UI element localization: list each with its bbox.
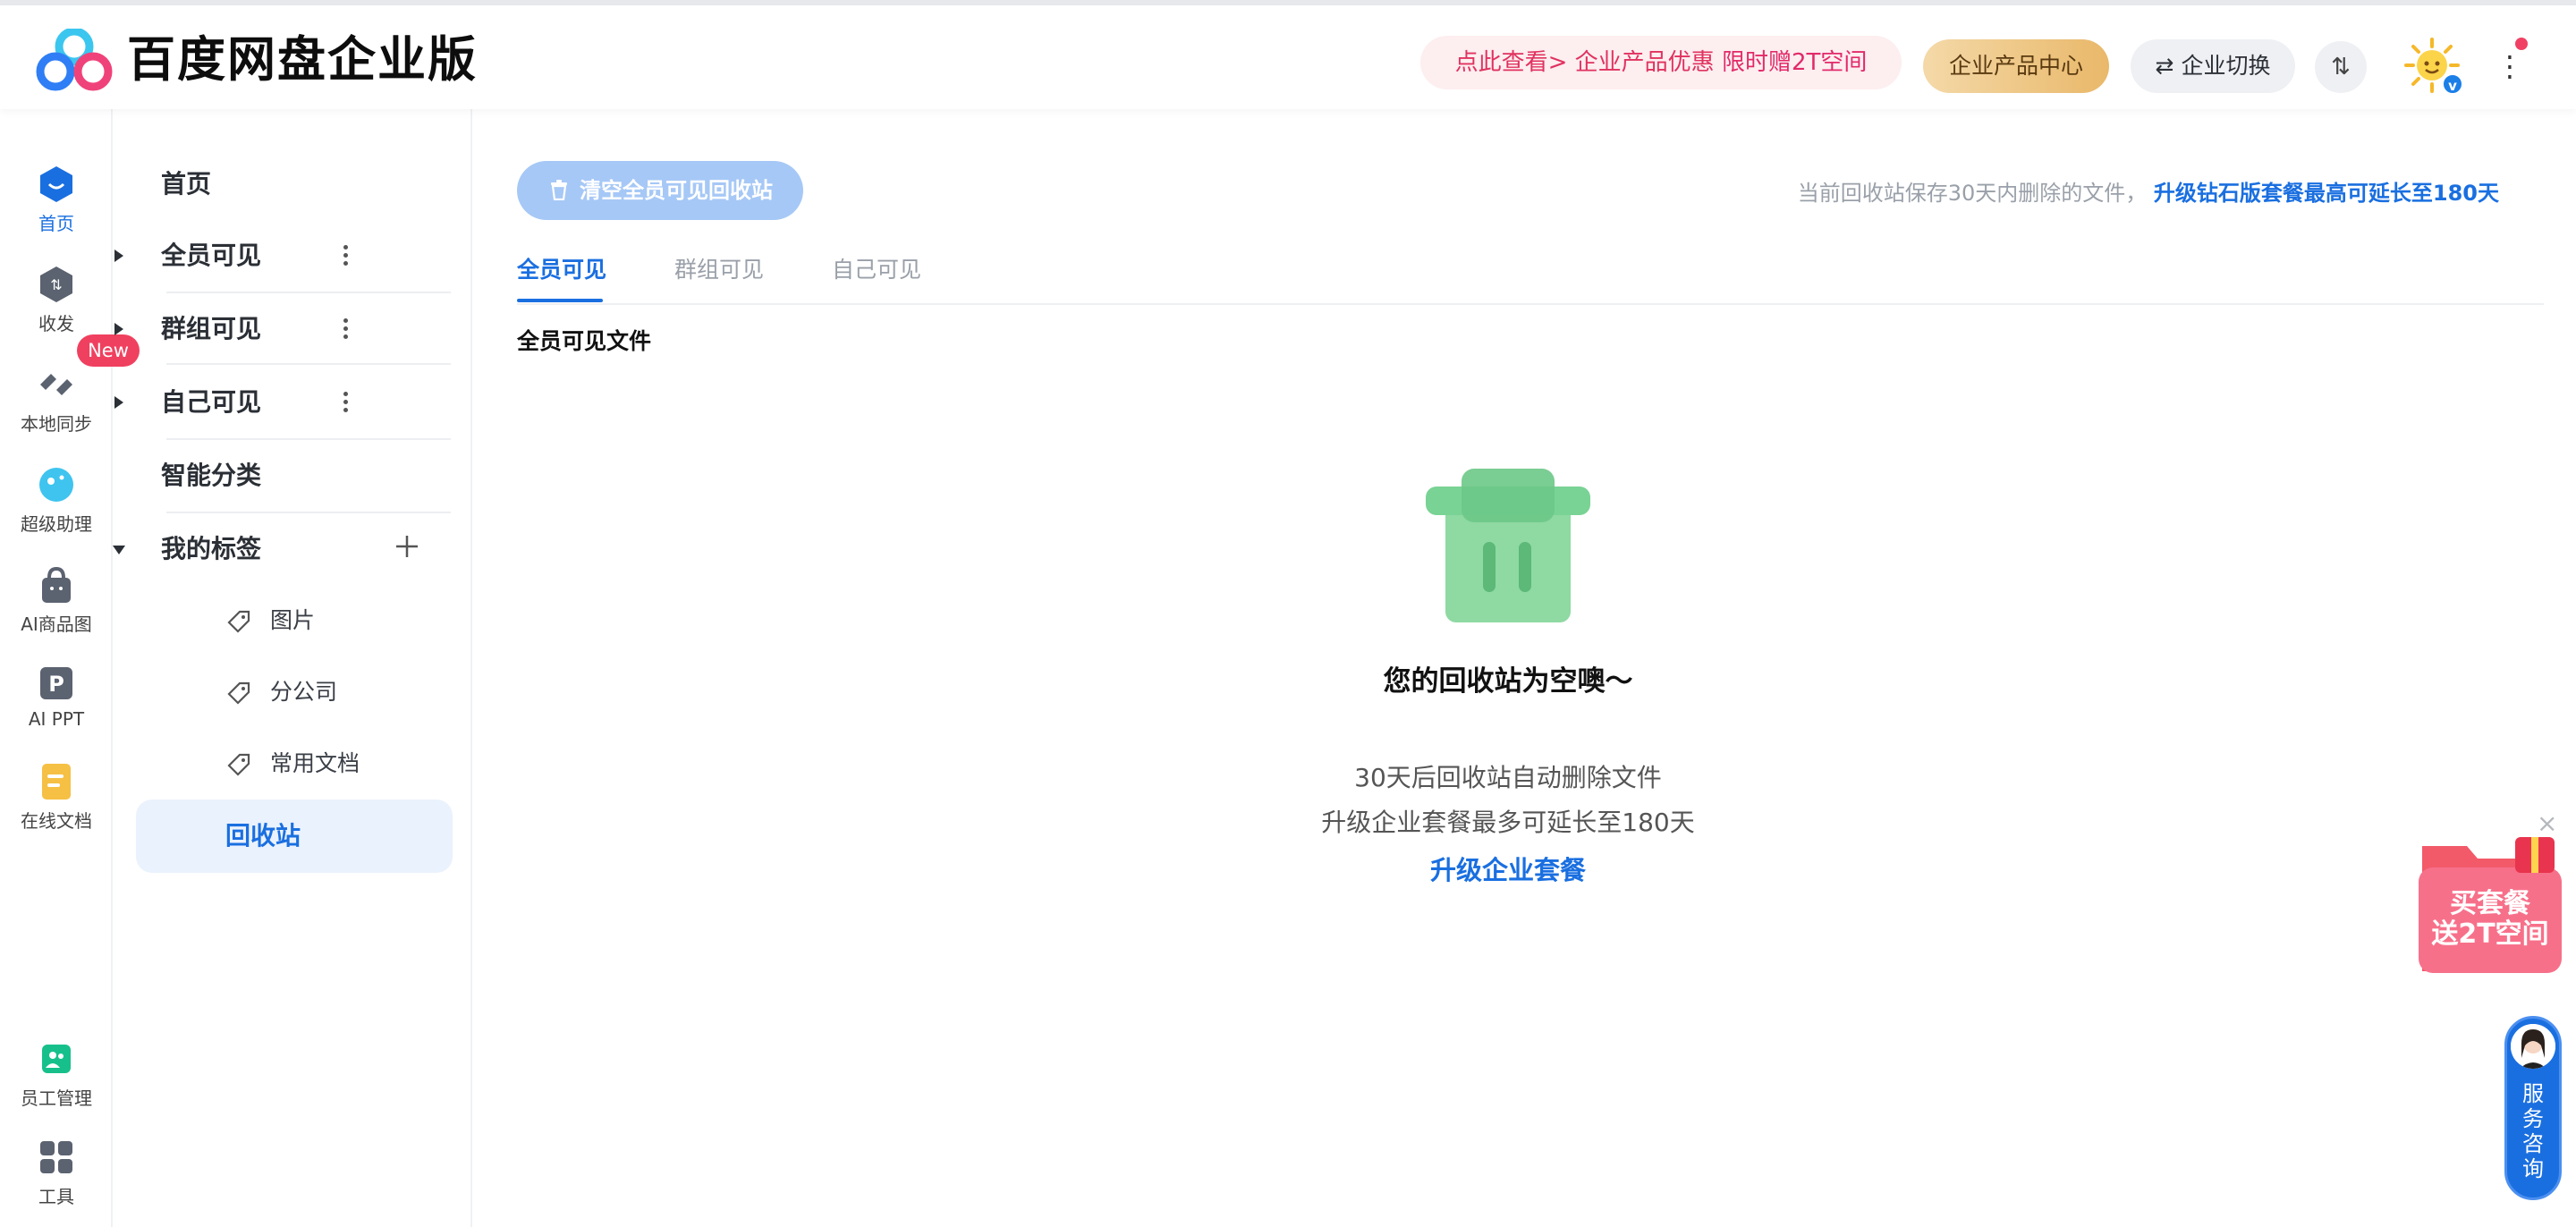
transfer-icon: ⇅ xyxy=(2331,54,2351,80)
tag-item-images[interactable]: 图片 xyxy=(50,585,451,656)
service-char: 服 xyxy=(2522,1081,2544,1106)
tag-label: 常用文档 xyxy=(270,750,360,776)
switch-icon: ⇄ xyxy=(2155,53,2182,79)
notification-dot xyxy=(2515,38,2528,50)
clear-button-label: 清空全员可见回收站 xyxy=(580,178,773,203)
empty-state-line-2: 升级企业套餐最多可延长至180天 xyxy=(1321,808,1695,837)
baidu-netdisk-logo[interactable] xyxy=(36,29,113,91)
more-options-icon[interactable] xyxy=(336,315,354,345)
ad-line-2: 送2T空间 xyxy=(2431,918,2549,950)
ad-line-1: 买套餐 xyxy=(2450,888,2530,919)
app-title: 百度网盘企业版 xyxy=(127,31,478,88)
caret-down-icon[interactable] xyxy=(113,546,125,554)
retention-notice: 当前回收站保存30天内删除的文件， 升级钻石版套餐最高可延长至180天 xyxy=(1798,175,2499,207)
tag-item-common-docs[interactable]: 常用文档 xyxy=(50,728,451,800)
service-char: 询 xyxy=(2522,1156,2544,1181)
enterprise-switch-button[interactable]: ⇄ 企业切换 xyxy=(2131,39,2295,93)
tag-icon xyxy=(227,681,250,705)
tree-label-group-visible: 群组可见 xyxy=(161,314,262,343)
tree-label-smart-category: 智能分类 xyxy=(161,461,262,490)
tab-self-visible[interactable]: 自己可见 xyxy=(832,252,921,288)
product-center-button[interactable]: 企业产品中心 xyxy=(1923,39,2109,93)
promo-highlight: 限时赠2T空间 xyxy=(1721,49,1868,76)
tree-item-recycle-bin[interactable]: 回收站 xyxy=(136,800,453,873)
tree-item-home[interactable]: 首页 xyxy=(50,148,451,220)
caret-right-icon[interactable] xyxy=(114,250,123,262)
top-bar: 百度网盘企业版 点此查看> 企业产品优惠 限时赠2T空间 企业产品中心 ⇄ 企业… xyxy=(0,0,2576,109)
tab-all-visible[interactable]: 全员可见 xyxy=(517,252,606,288)
upgrade-enterprise-link[interactable]: 升级企业套餐 xyxy=(1234,850,1782,887)
tree-label-my-tags: 我的标签 xyxy=(161,534,262,563)
transfer-list-button[interactable]: ⇅ xyxy=(2315,41,2367,93)
tree-item-self-visible[interactable]: 自己可见 xyxy=(50,367,451,438)
caret-right-icon[interactable] xyxy=(114,396,123,409)
tree-item-all-visible[interactable]: 全员可见 xyxy=(50,220,451,292)
staff-icon xyxy=(42,1045,71,1073)
empty-state-line-1: 30天后回收站自动删除文件 xyxy=(1354,763,1662,792)
active-tab-indicator xyxy=(517,299,603,302)
sidebar-item-staff[interactable]: 员工管理 xyxy=(0,1039,113,1110)
notice-text: 当前回收站保存30天内删除的文件， xyxy=(1797,181,2148,206)
switch-label: 企业切换 xyxy=(2181,53,2271,79)
tag-label: 分公司 xyxy=(270,679,338,705)
tag-item-branch[interactable]: 分公司 xyxy=(50,656,451,728)
tree-item-smart-category[interactable]: 智能分类 xyxy=(50,440,451,512)
tree-label-self-visible: 自己可见 xyxy=(161,387,262,417)
tools-icon xyxy=(40,1141,72,1173)
trash-icon xyxy=(551,180,567,200)
tag-icon xyxy=(227,753,250,776)
tabs-divider xyxy=(517,303,2544,305)
sidebar-label-online-doc: 在线文档 xyxy=(21,810,92,832)
clear-recycle-bin-button[interactable]: 清空全员可见回收站 xyxy=(517,161,803,220)
more-options-icon[interactable] xyxy=(336,241,354,272)
sidebar-item-tools[interactable]: 工具 xyxy=(0,1138,113,1208)
more-options-icon[interactable] xyxy=(336,388,354,419)
tree-item-group-visible[interactable]: 群组可见 xyxy=(50,293,451,365)
service-char: 咨 xyxy=(2522,1131,2544,1156)
add-tag-icon[interactable] xyxy=(394,533,420,560)
vip-badge: v xyxy=(2442,73,2463,95)
agent-avatar-icon xyxy=(2511,1024,2555,1069)
sidebar-label-staff: 员工管理 xyxy=(21,1087,92,1109)
tree-item-my-tags[interactable]: 我的标签 xyxy=(50,513,451,585)
tag-label: 图片 xyxy=(270,607,316,633)
tab-group-visible[interactable]: 群组可见 xyxy=(674,252,764,288)
customer-service-button[interactable]: 服 务 咨 询 xyxy=(2504,1016,2562,1200)
tree-divider xyxy=(166,363,451,365)
section-title: 全员可见文件 xyxy=(517,328,652,354)
tree-label-all-visible: 全员可见 xyxy=(161,241,262,270)
upgrade-diamond-link[interactable]: 升级钻石版套餐最高可延长至180天 xyxy=(2154,181,2499,206)
sidebar-label-tools: 工具 xyxy=(38,1186,74,1207)
empty-state-title: 您的回收站为空噢～ xyxy=(1383,665,1633,698)
service-char: 务 xyxy=(2522,1106,2544,1131)
promo-banner[interactable]: 点此查看> 企业产品优惠 限时赠2T空间 xyxy=(1420,36,1902,89)
service-label: 服 务 咨 询 xyxy=(2507,1081,2559,1181)
promo-prefix: 点此查看> 企业产品优惠 xyxy=(1454,49,1715,76)
tree-label-home: 首页 xyxy=(161,169,212,199)
caret-right-icon[interactable] xyxy=(114,323,123,335)
package-promo-float[interactable]: 买套餐 送2T空间 xyxy=(2417,832,2563,975)
tag-icon xyxy=(227,610,250,633)
tree-label-recycle-bin: 回收站 xyxy=(225,821,301,850)
empty-recycle-bin-icon xyxy=(1426,469,1590,622)
